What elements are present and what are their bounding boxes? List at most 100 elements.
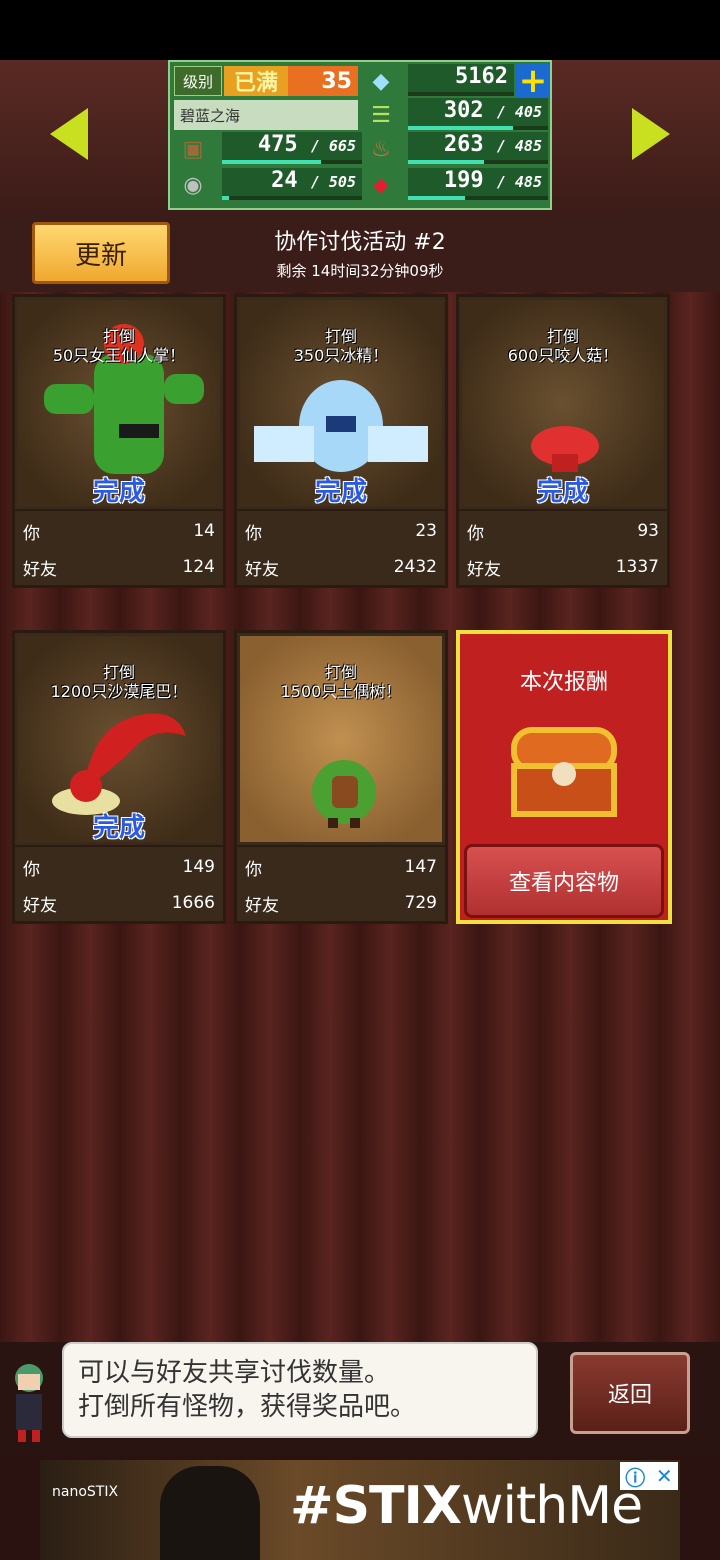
wood-icon: ▣ (182, 136, 204, 162)
grass-fill (408, 126, 513, 130)
friend-count: 1337 (615, 557, 659, 577)
friend-count: 2432 (393, 557, 437, 577)
gem-counter: 5162 (408, 64, 514, 96)
desert-tail-icon (52, 713, 186, 815)
grass-icon: ☰ (371, 102, 391, 128)
goal-line2: 50只女王仙人掌！ (52, 346, 186, 365)
goal-line2: 1200只沙漠尾巴！ (50, 682, 188, 701)
food-value: 263 (443, 132, 484, 157)
you-label: 你 (245, 859, 262, 880)
you-row: 你 23 (245, 515, 437, 547)
diamond-icon: ◆ (372, 68, 390, 94)
friend-row: 好友 2432 (245, 551, 437, 583)
ore-value: 24 (271, 168, 298, 193)
reward-title: 本次报酬 (519, 670, 608, 695)
level-max-badge: 已满 (224, 66, 288, 96)
add-gems-button[interactable]: + (516, 64, 550, 98)
goal-line1: 打倒 (102, 663, 135, 682)
you-count: 14 (193, 521, 215, 541)
friend-count: 1666 (171, 893, 215, 913)
friend-row: 好友 124 (23, 551, 215, 583)
ad-info-icon[interactable]: ⓘ (625, 1462, 645, 1491)
you-count: 149 (182, 857, 215, 877)
you-count: 147 (404, 857, 437, 877)
wood-fill (222, 160, 322, 164)
you-row: 你 93 (467, 515, 659, 547)
friend-label: 好友 (467, 559, 501, 580)
gem-value: 5162 (455, 64, 508, 89)
goal-line2: 600只咬人菇！ (507, 346, 619, 365)
goal-line2: 350只冰精！ (293, 346, 389, 365)
ruby-fill (408, 196, 466, 200)
you-label: 你 (23, 859, 40, 880)
ad-person-image (160, 1466, 260, 1560)
hint-line1: 可以与好友共享讨伐数量。 (78, 1358, 391, 1388)
ore-fill (222, 196, 229, 200)
goal-line1: 打倒 (324, 663, 357, 682)
ad-controls: ⓘ ✕ (620, 1462, 678, 1490)
back-button[interactable]: 返回 (570, 1352, 690, 1434)
clay-tree-icon (312, 760, 376, 828)
event-time-remaining: 剩余 14时间32分钟09秒 (276, 262, 444, 280)
area-name: 碧蓝之海 (174, 100, 358, 130)
you-label: 你 (245, 523, 262, 544)
level-label: 级别 (174, 66, 222, 96)
treasure-chest-icon (511, 727, 617, 817)
grass-resource: 302 / 405 (408, 98, 548, 130)
food-max: 485 (514, 137, 542, 155)
you-label: 你 (23, 523, 40, 544)
complete-label: 完成 (92, 813, 145, 843)
wood-max: 665 (328, 137, 356, 155)
you-row: 你 149 (23, 851, 215, 883)
ad-hashtag: #STIXwithMe (290, 1476, 643, 1536)
quest-card-mushroom[interactable]: 打倒 600只咬人菇！ 完成 你 93 好友 1337 (456, 294, 670, 588)
goal-line1: 打倒 (546, 327, 579, 346)
food-icon: ♨ (371, 136, 391, 162)
ad-banner[interactable]: nanoSTIX #STIXwithMe ⓘ ✕ (40, 1460, 680, 1560)
event-title: 协作讨伐活动 #2 (274, 230, 446, 255)
friend-row: 好友 729 (245, 887, 437, 919)
hint-message: 可以与好友共享讨伐数量。 打倒所有怪物，获得奖品吧。 (62, 1342, 538, 1438)
complete-label: 完成 (314, 477, 367, 507)
ore-max: 505 (328, 173, 356, 191)
friend-count: 729 (404, 893, 437, 913)
ore-icon: ◉ (183, 172, 203, 198)
food-resource: 263 / 485 (408, 132, 548, 164)
friend-label: 好友 (245, 895, 279, 916)
ruby-max: 485 (514, 173, 542, 191)
view-contents-button[interactable]: 查看内容物 (464, 844, 664, 918)
ruby-value: 199 (443, 168, 484, 193)
hint-line2: 打倒所有怪物，获得奖品吧。 (78, 1392, 417, 1422)
mushroom-icon (531, 426, 599, 472)
complete-label: 完成 (536, 477, 589, 507)
friend-row: 好友 1666 (23, 887, 215, 919)
quest-card-desert-tail[interactable]: 打倒 1200只沙漠尾巴！ 完成 你 149 好友 1666 (12, 630, 226, 924)
next-area-arrow-icon[interactable] (632, 108, 670, 160)
reward-card: 本次报酬 查看内容物 (456, 630, 672, 924)
prev-area-arrow-icon[interactable] (50, 108, 88, 160)
ruby-resource: 199 / 485 (408, 168, 548, 200)
you-label: 你 (467, 523, 484, 544)
quest-card-cactus[interactable]: 打倒 50只女王仙人掌！ 完成 你 14 好友 124 (12, 294, 226, 588)
you-row: 你 14 (23, 515, 215, 547)
quest-card-clay-tree[interactable]: 打倒 1500只土偶树！ 你 147 好友 729 (234, 630, 448, 924)
ice-spirit-icon (254, 380, 428, 472)
goal-line1: 打倒 (102, 327, 135, 346)
resource-panel: 级别 已满 35 ◆ 5162 + 碧蓝之海 ☰ 302 / 405 ▣ 475… (168, 60, 552, 210)
you-row: 你 147 (245, 851, 437, 883)
goal-line2: 1500只土偶树！ (280, 682, 402, 701)
wood-value: 475 (257, 132, 298, 157)
grass-max: 405 (514, 103, 542, 121)
friend-row: 好友 1337 (467, 551, 659, 583)
ruby-icon: ⬥ (373, 172, 389, 198)
ad-close-icon[interactable]: ✕ (656, 1464, 673, 1488)
refresh-button[interactable]: 更新 (32, 222, 170, 284)
food-fill (408, 160, 484, 164)
friend-label: 好友 (245, 559, 279, 580)
status-bar (0, 0, 720, 60)
you-count: 23 (415, 521, 437, 541)
friend-label: 好友 (23, 559, 57, 580)
quest-card-ice[interactable]: 打倒 350只冰精！ 完成 你 23 好友 2432 (234, 294, 448, 588)
level-value: 35 (288, 66, 358, 96)
friend-label: 好友 (23, 895, 57, 916)
